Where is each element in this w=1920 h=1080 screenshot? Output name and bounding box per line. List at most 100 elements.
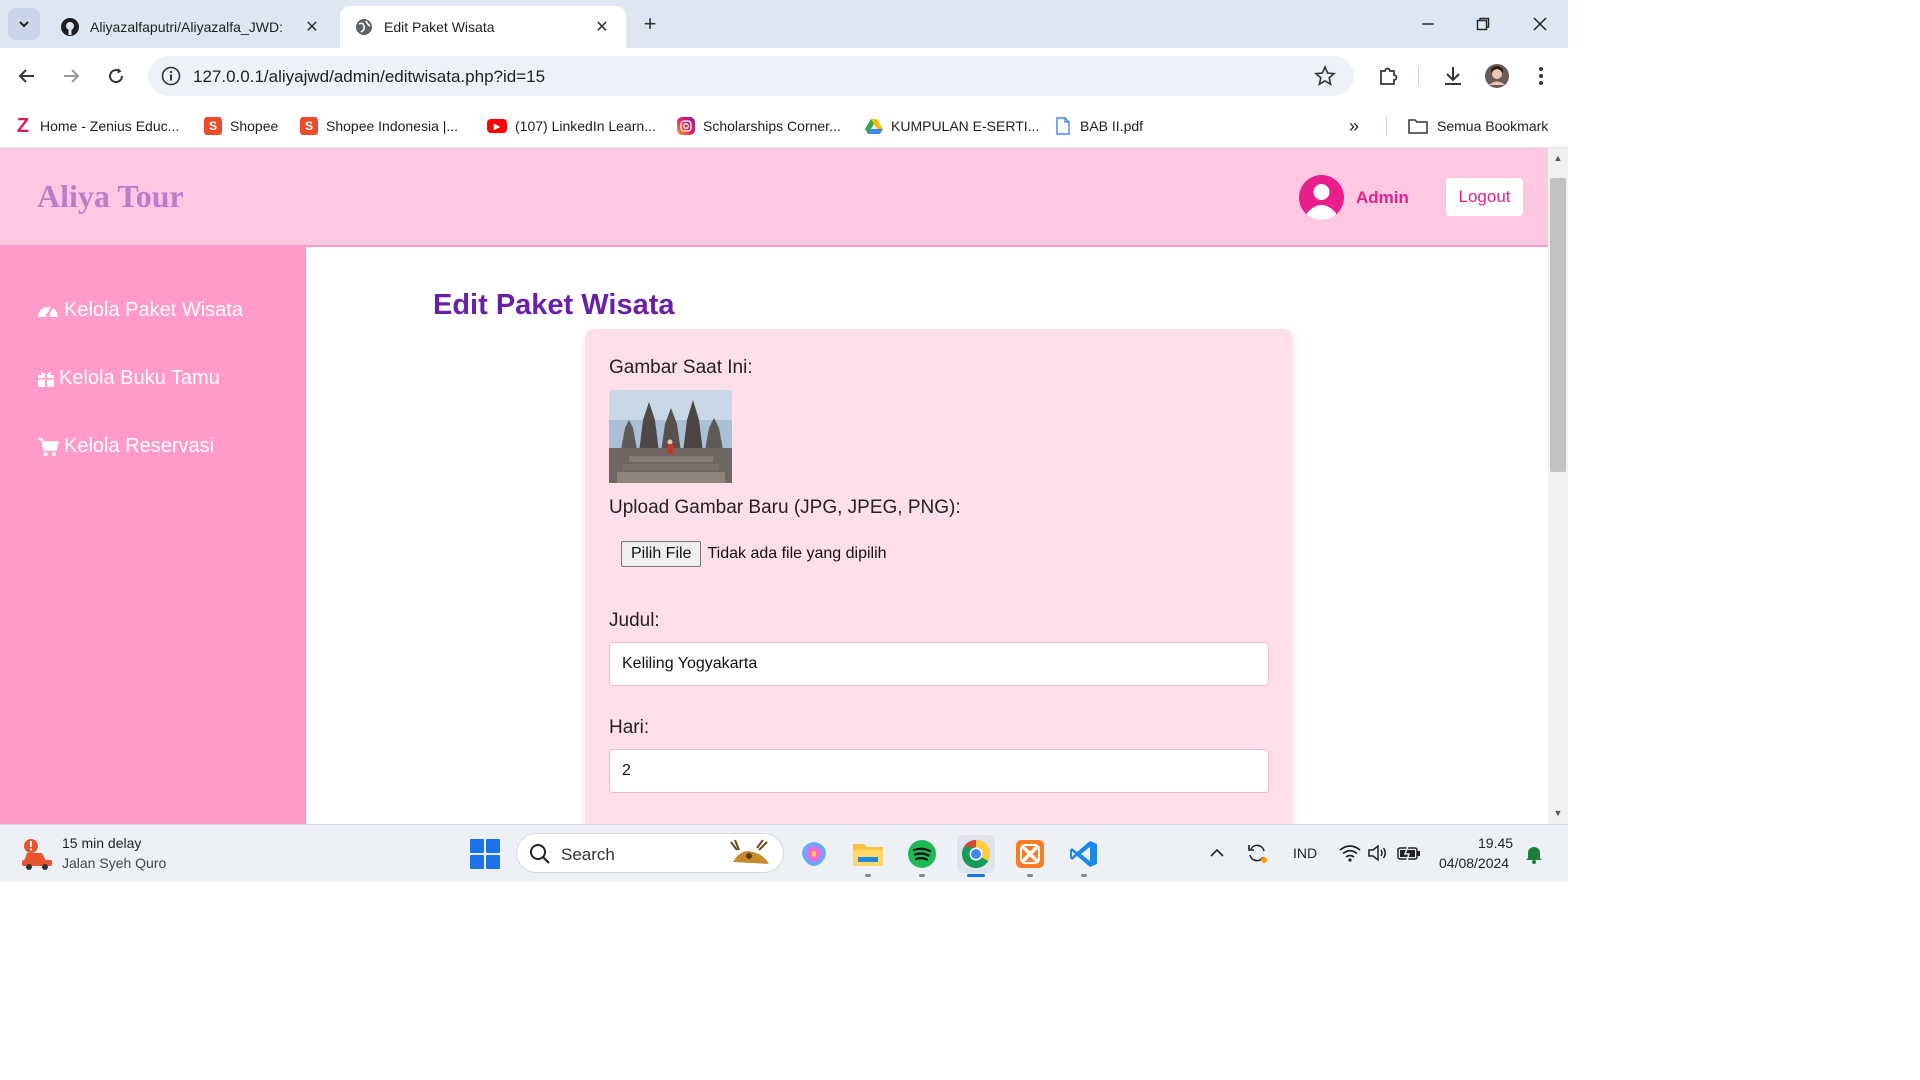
traffic-alert-icon[interactable] bbox=[20, 837, 54, 871]
tab-search-button[interactable] bbox=[8, 8, 40, 40]
spotify-icon bbox=[908, 840, 936, 868]
sync-icon bbox=[1248, 844, 1267, 863]
chrome-menu-button[interactable] bbox=[1525, 60, 1557, 92]
shopee-icon: S bbox=[300, 117, 318, 135]
profile-button[interactable] bbox=[1481, 60, 1513, 92]
folder-icon bbox=[1407, 117, 1429, 135]
minimize-icon bbox=[1422, 23, 1434, 25]
tab-github[interactable]: Aliyazalfaputri/Aliyazalfa_JWD: ✕ bbox=[46, 6, 336, 48]
more-vert-icon bbox=[1539, 67, 1543, 85]
taskbar-search[interactable]: Search bbox=[516, 833, 784, 873]
brand-logo[interactable]: Aliya Tour bbox=[37, 178, 184, 215]
clock-time[interactable]: 19.45 bbox=[1478, 835, 1513, 851]
current-image bbox=[609, 390, 732, 483]
folder-icon bbox=[853, 844, 883, 866]
back-button[interactable] bbox=[11, 60, 43, 92]
bookmark-label: BAB II.pdf bbox=[1080, 118, 1144, 134]
search-placeholder: Search bbox=[561, 845, 615, 864]
browser-toolbar: 127.0.0.1/aliyajwd/admin/editwisata.php?… bbox=[0, 48, 1568, 104]
file-input[interactable]: Pilih File Tidak ada file yang dipilih bbox=[621, 541, 887, 567]
tab-title: Edit Paket Wisata bbox=[384, 19, 495, 35]
windows-taskbar: 15 min delay Jalan Syeh Quro Search IND … bbox=[0, 824, 1568, 882]
hari-input[interactable]: 2 bbox=[609, 749, 1269, 793]
wifi-icon[interactable] bbox=[1338, 842, 1362, 864]
weather-location[interactable]: Jalan Syeh Quro bbox=[62, 855, 166, 871]
file-explorer-app[interactable] bbox=[849, 835, 887, 877]
extensions-button[interactable] bbox=[1372, 60, 1404, 92]
bookmark-item[interactable]: KUMPULAN E-SERTI... bbox=[865, 113, 1039, 139]
browser-tab-bar: Aliyazalfaputri/Aliyazalfa_JWD: ✕ Edit P… bbox=[0, 0, 1568, 48]
spotify-app[interactable] bbox=[903, 835, 941, 877]
tab-edit-paket-wisata[interactable]: Edit Paket Wisata ✕ bbox=[340, 6, 626, 48]
url-text: 127.0.0.1/aliyajwd/admin/editwisata.php?… bbox=[193, 67, 546, 86]
sidebar-item-label: Kelola Paket Wisata bbox=[64, 299, 243, 321]
site-info-icon[interactable] bbox=[160, 65, 182, 92]
zenius-icon: Z bbox=[16, 114, 30, 137]
bookmark-star-icon[interactable] bbox=[1314, 64, 1336, 92]
language-indicator[interactable]: IND bbox=[1290, 842, 1320, 864]
restore-icon bbox=[1476, 17, 1490, 31]
notification-bell-icon[interactable] bbox=[1524, 843, 1544, 865]
edit-form-card: Gambar Saat Ini: Upload Gambar Baru (JPG… bbox=[585, 329, 1293, 824]
minimize-button[interactable] bbox=[1408, 8, 1448, 40]
admin-label: Admin bbox=[1356, 188, 1409, 207]
sidebar-item-kelola-paket-wisata[interactable]: Kelola Paket Wisata bbox=[36, 299, 243, 322]
bookmark-item[interactable]: S Shopee Indonesia |... bbox=[300, 113, 458, 139]
close-icon[interactable]: ✕ bbox=[592, 17, 612, 37]
volume-icon[interactable] bbox=[1366, 842, 1388, 864]
gift-icon bbox=[36, 368, 55, 390]
download-icon bbox=[1445, 67, 1461, 85]
sidebar-item-kelola-reservasi[interactable]: Kelola Reservasi bbox=[36, 435, 214, 458]
reload-icon bbox=[109, 68, 124, 84]
copilot-app[interactable] bbox=[795, 835, 833, 873]
vscode-app[interactable] bbox=[1065, 835, 1103, 877]
judul-input[interactable]: Keliling Yogyakarta bbox=[609, 642, 1269, 686]
bookmarks-bar: Z Home - Zenius Educ... S Shopee S Shope… bbox=[0, 104, 1568, 148]
clock-date[interactable]: 04/08/2024 bbox=[1439, 855, 1509, 871]
windows-start-icon[interactable] bbox=[470, 839, 500, 869]
user-avatar-icon bbox=[1299, 175, 1344, 220]
site-header: Aliya Tour Admin Logout bbox=[0, 148, 1548, 247]
bookmark-item[interactable]: ▶ (107) LinkedIn Learn... bbox=[487, 113, 656, 139]
instagram-icon bbox=[677, 117, 695, 135]
bookmark-item[interactable]: Scholarships Corner... bbox=[677, 113, 841, 139]
scroll-up-icon[interactable]: ▲ bbox=[1552, 153, 1564, 165]
all-bookmarks-button[interactable]: Semua Bookmark bbox=[1407, 113, 1548, 139]
show-hidden-icons-button[interactable] bbox=[1207, 842, 1227, 864]
bookmark-item[interactable]: BAB II.pdf bbox=[1054, 113, 1143, 139]
new-tab-button[interactable]: + bbox=[636, 10, 664, 38]
more-bookmarks-button[interactable]: » bbox=[1349, 113, 1359, 139]
youtube-icon: ▶ bbox=[487, 119, 507, 133]
battery-icon[interactable] bbox=[1396, 842, 1422, 864]
arrow-right-icon bbox=[64, 69, 80, 83]
bookmark-label: Scholarships Corner... bbox=[703, 118, 841, 134]
close-icon[interactable]: ✕ bbox=[302, 17, 322, 37]
scroll-down-icon[interactable]: ▼ bbox=[1552, 808, 1564, 820]
reload-button[interactable] bbox=[100, 60, 132, 92]
profile-avatar-icon bbox=[1485, 64, 1509, 88]
forward-button[interactable] bbox=[55, 60, 87, 92]
cart-icon bbox=[36, 436, 60, 458]
bookmark-item[interactable]: Z Home - Zenius Educ... bbox=[14, 113, 179, 139]
tab-title: Aliyazalfaputri/Aliyazalfa_JWD: bbox=[90, 19, 283, 35]
sidebar-item-label: Kelola Reservasi bbox=[64, 435, 215, 457]
xampp-app[interactable] bbox=[1011, 835, 1049, 877]
choose-file-button[interactable]: Pilih File bbox=[621, 541, 702, 567]
hari-label: Hari: bbox=[609, 717, 650, 738]
address-bar[interactable]: 127.0.0.1/aliyajwd/admin/editwisata.php?… bbox=[148, 56, 1354, 96]
weather-status[interactable]: 15 min delay bbox=[62, 835, 141, 851]
chrome-app[interactable] bbox=[957, 835, 995, 877]
restore-button[interactable] bbox=[1463, 8, 1503, 40]
bookmark-label: Semua Bookmark bbox=[1437, 118, 1549, 134]
downloads-button[interactable] bbox=[1437, 60, 1469, 92]
sidebar-item-kelola-buku-tamu[interactable]: Kelola Buku Tamu bbox=[36, 367, 220, 390]
scrollbar-thumb[interactable] bbox=[1550, 178, 1566, 472]
chevron-down-icon bbox=[19, 21, 29, 28]
sync-tray-icon[interactable] bbox=[1245, 842, 1269, 864]
bookmark-item[interactable]: S Shopee bbox=[204, 113, 278, 139]
bookmark-label: Home - Zenius Educ... bbox=[40, 118, 180, 134]
close-window-button[interactable] bbox=[1520, 8, 1560, 40]
logout-button[interactable]: Logout bbox=[1446, 178, 1523, 216]
bookmark-label: Shopee bbox=[230, 118, 279, 134]
judul-label: Judul: bbox=[609, 610, 660, 631]
